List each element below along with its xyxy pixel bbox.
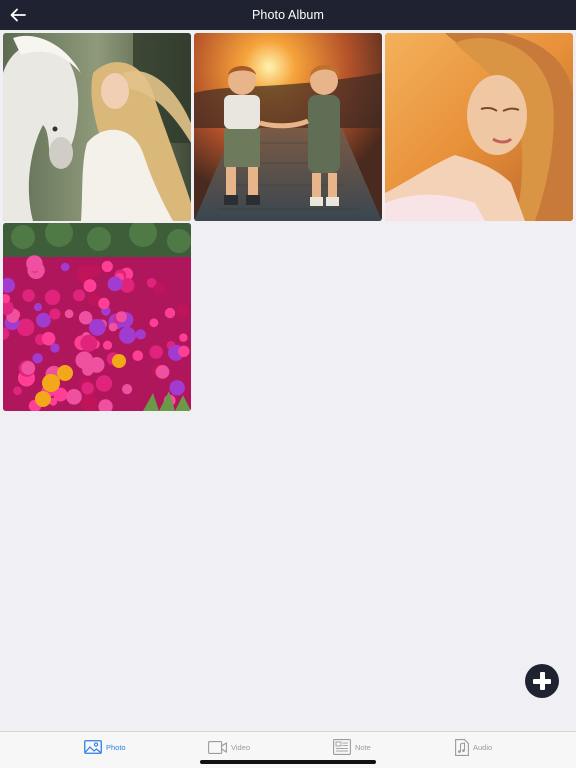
arrow-left-icon: [10, 8, 26, 22]
page-title: Photo Album: [252, 8, 324, 22]
photo-thumbnail[interactable]: [194, 33, 382, 221]
photo-image: [194, 33, 382, 221]
tab-photo[interactable]: Photo: [84, 737, 126, 757]
tab-note[interactable]: Note: [333, 737, 371, 757]
add-button[interactable]: [525, 664, 559, 698]
tab-label: Photo: [106, 742, 126, 752]
photo-thumbnail[interactable]: [3, 223, 191, 411]
tab-label: Note: [355, 742, 371, 752]
photo-thumbnail[interactable]: [3, 33, 191, 221]
audio-icon: [455, 738, 469, 756]
home-indicator: [200, 760, 376, 764]
tab-label: Video: [231, 742, 251, 752]
tab-video[interactable]: Video: [208, 737, 250, 757]
navigation-bar: Photo Album: [0, 0, 576, 30]
back-button[interactable]: [8, 5, 28, 25]
photo-image: [3, 33, 191, 221]
video-icon: [208, 740, 227, 754]
tab-label: Audio: [473, 742, 493, 752]
photo-image: [385, 33, 573, 221]
photo-icon: [84, 740, 102, 754]
photo-thumbnail[interactable]: [385, 33, 573, 221]
tab-audio[interactable]: Audio: [455, 737, 492, 757]
photo-image: [3, 223, 191, 411]
note-icon: [333, 739, 351, 755]
